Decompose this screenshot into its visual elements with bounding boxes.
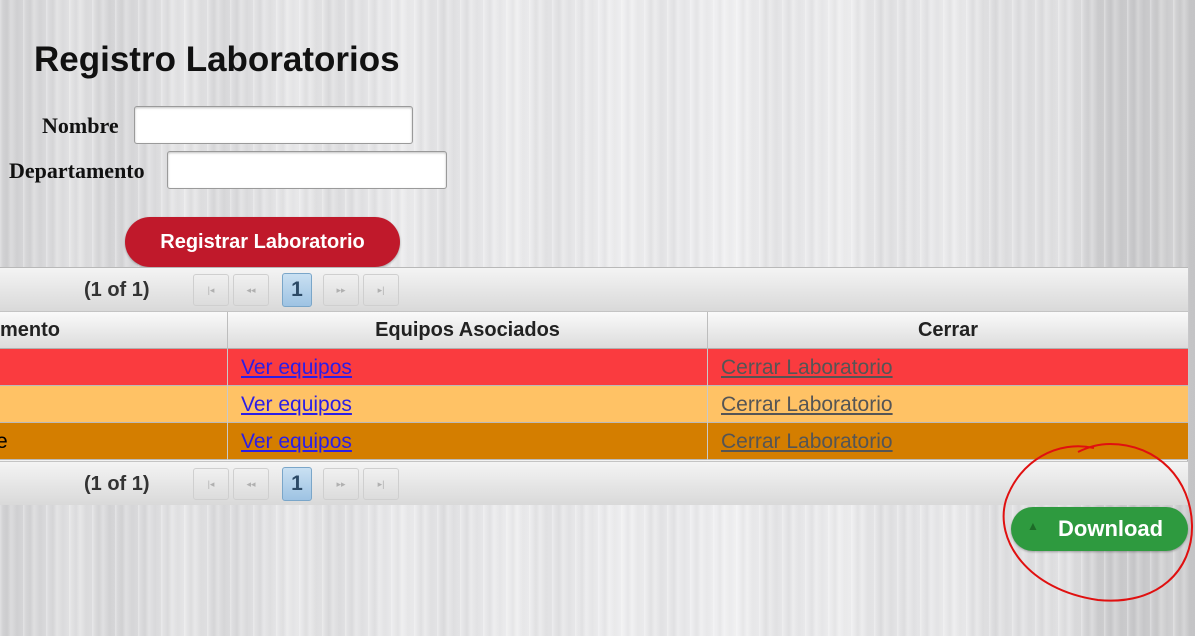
next-page-icon[interactable]: ▸▸ <box>323 468 359 500</box>
download-button[interactable]: ▲ Download <box>1011 507 1188 551</box>
last-page-icon[interactable]: ▸| <box>363 274 399 306</box>
page-1-button[interactable]: 1 <box>282 273 312 307</box>
first-page-icon[interactable]: |◂ <box>193 468 229 500</box>
row-departamento-cell <box>0 349 228 386</box>
row-equipos-cell: Ver equipos <box>228 386 708 423</box>
prev-page-icon[interactable]: ◂◂ <box>233 468 269 500</box>
cerrar-laboratorio-link[interactable]: Cerrar Laboratorio <box>721 430 893 454</box>
next-page-icon[interactable]: ▸▸ <box>323 274 359 306</box>
row-cerrar-cell: Cerrar Laboratorio <box>708 386 1188 423</box>
first-page-icon[interactable]: |◂ <box>193 274 229 306</box>
table-header: mento Equipos Asociados Cerrar <box>0 312 1188 349</box>
ver-equipos-link[interactable]: Ver equipos <box>241 356 352 380</box>
register-laboratory-button[interactable]: Registrar Laboratorio <box>125 217 400 267</box>
nombre-input[interactable] <box>134 106 413 144</box>
cerrar-laboratorio-link[interactable]: Cerrar Laboratorio <box>721 393 893 417</box>
page-1-button[interactable]: 1 <box>282 467 312 501</box>
row-equipos-cell: Ver equipos <box>228 423 708 460</box>
table-row: Ver equipos Cerrar Laboratorio <box>0 386 1188 423</box>
last-page-icon[interactable]: ▸| <box>363 468 399 500</box>
ver-equipos-link[interactable]: Ver equipos <box>241 430 352 454</box>
row-equipos-cell: Ver equipos <box>228 349 708 386</box>
page-title: Registro Laboratorios <box>34 40 400 79</box>
download-label: Download <box>1058 516 1164 541</box>
row-cerrar-cell: Cerrar Laboratorio <box>708 349 1188 386</box>
page-report: (1 of 1) <box>84 279 150 301</box>
nombre-label: Nombre <box>42 113 119 138</box>
paginator-top: (1 of 1) |◂ ◂◂ 1 ▸▸ ▸| <box>0 268 1188 312</box>
paginator-bottom: (1 of 1) |◂ ◂◂ 1 ▸▸ ▸| <box>0 461 1188 505</box>
header-departamento[interactable]: mento <box>0 312 228 349</box>
laboratories-table: (1 of 1) |◂ ◂◂ 1 ▸▸ ▸| mento Equipos Aso… <box>0 267 1188 505</box>
header-cerrar[interactable]: Cerrar <box>708 312 1188 349</box>
page-report: (1 of 1) <box>84 473 150 495</box>
header-equipos-asociados[interactable]: Equipos Asociados <box>228 312 708 349</box>
ver-equipos-link[interactable]: Ver equipos <box>241 393 352 417</box>
table-row: e Ver equipos Cerrar Laboratorio <box>0 423 1188 460</box>
chevron-up-icon: ▲ <box>1027 519 1039 533</box>
departamento-label: Departamento <box>9 158 145 183</box>
row-departamento-cell <box>0 386 228 423</box>
row-cerrar-cell: Cerrar Laboratorio <box>708 423 1188 460</box>
table-row: Ver equipos Cerrar Laboratorio <box>0 349 1188 386</box>
row-departamento-cell: e <box>0 423 228 460</box>
cerrar-laboratorio-link[interactable]: Cerrar Laboratorio <box>721 356 893 380</box>
prev-page-icon[interactable]: ◂◂ <box>233 274 269 306</box>
departamento-input[interactable] <box>167 151 447 189</box>
